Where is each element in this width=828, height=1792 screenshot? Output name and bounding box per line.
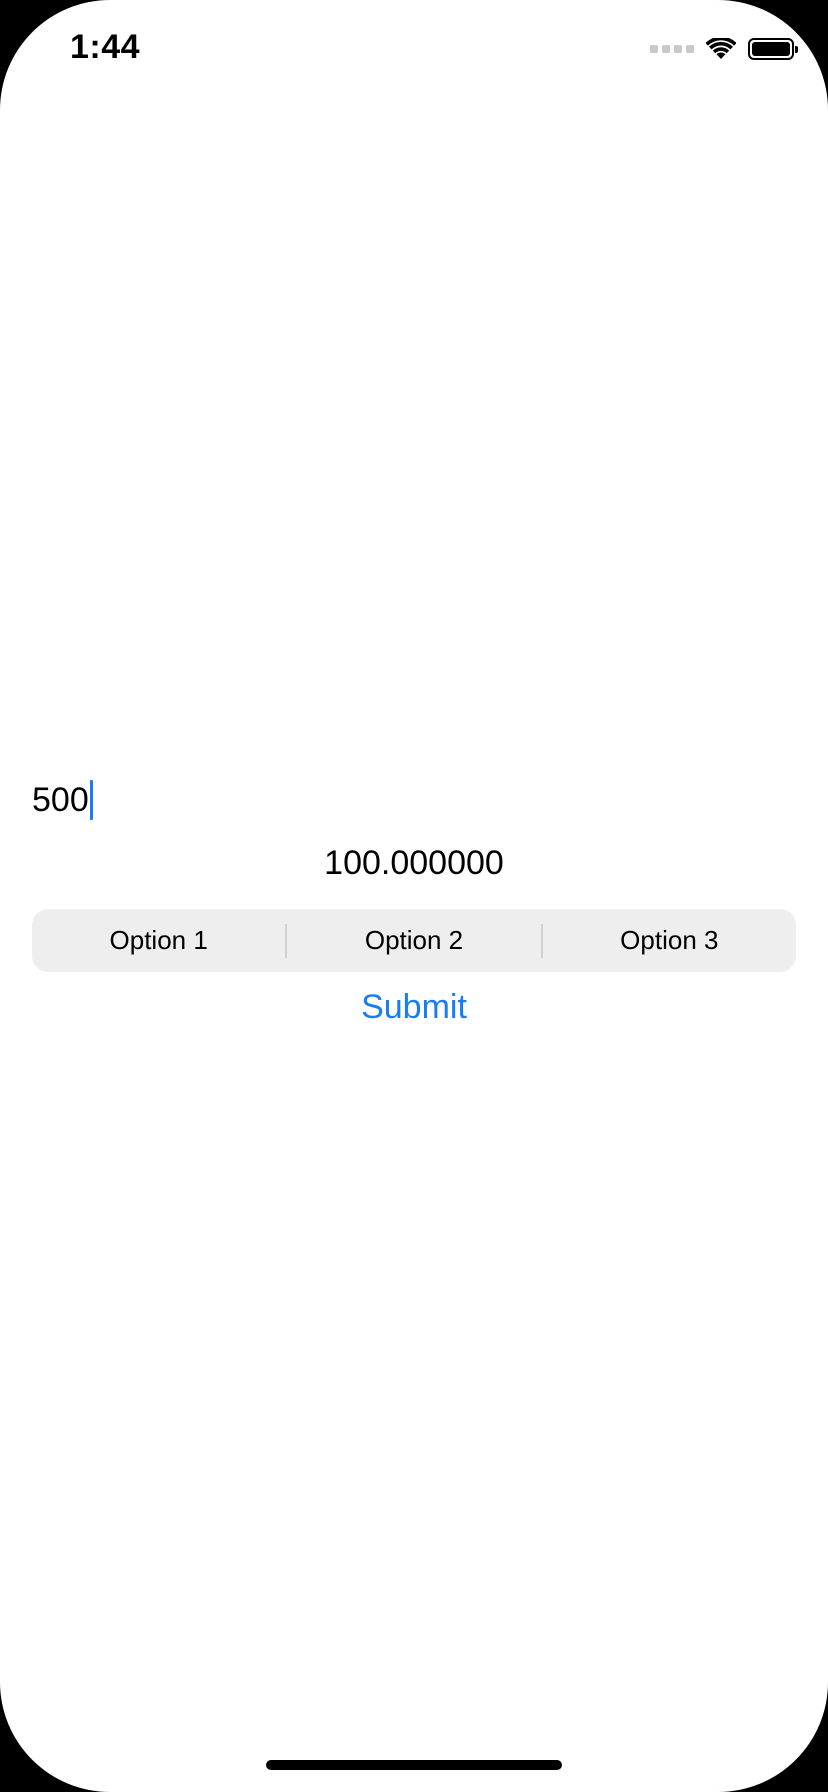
wifi-icon [706, 38, 736, 60]
cellular-signal-icon [650, 45, 694, 53]
value-input-field[interactable]: 500 [32, 778, 93, 822]
segment-option-2[interactable]: Option 2 [287, 909, 540, 972]
battery-icon [748, 38, 798, 60]
options-segmented-control[interactable]: Option 1 Option 2 Option 3 [32, 909, 796, 972]
phone-screen: 1:44 500 100.000000 Option 1 Option 2 Op… [0, 0, 828, 1792]
text-cursor [89, 780, 93, 820]
result-label: 100.000000 [324, 844, 504, 882]
status-time: 1:44 [70, 28, 141, 66]
submit-button[interactable]: Submit [0, 982, 828, 1032]
segment-option-3[interactable]: Option 3 [543, 909, 796, 972]
home-indicator[interactable] [266, 1760, 562, 1770]
value-input-text[interactable]: 500 [32, 778, 89, 822]
segment-option-1[interactable]: Option 1 [32, 909, 285, 972]
status-icons [650, 36, 798, 62]
